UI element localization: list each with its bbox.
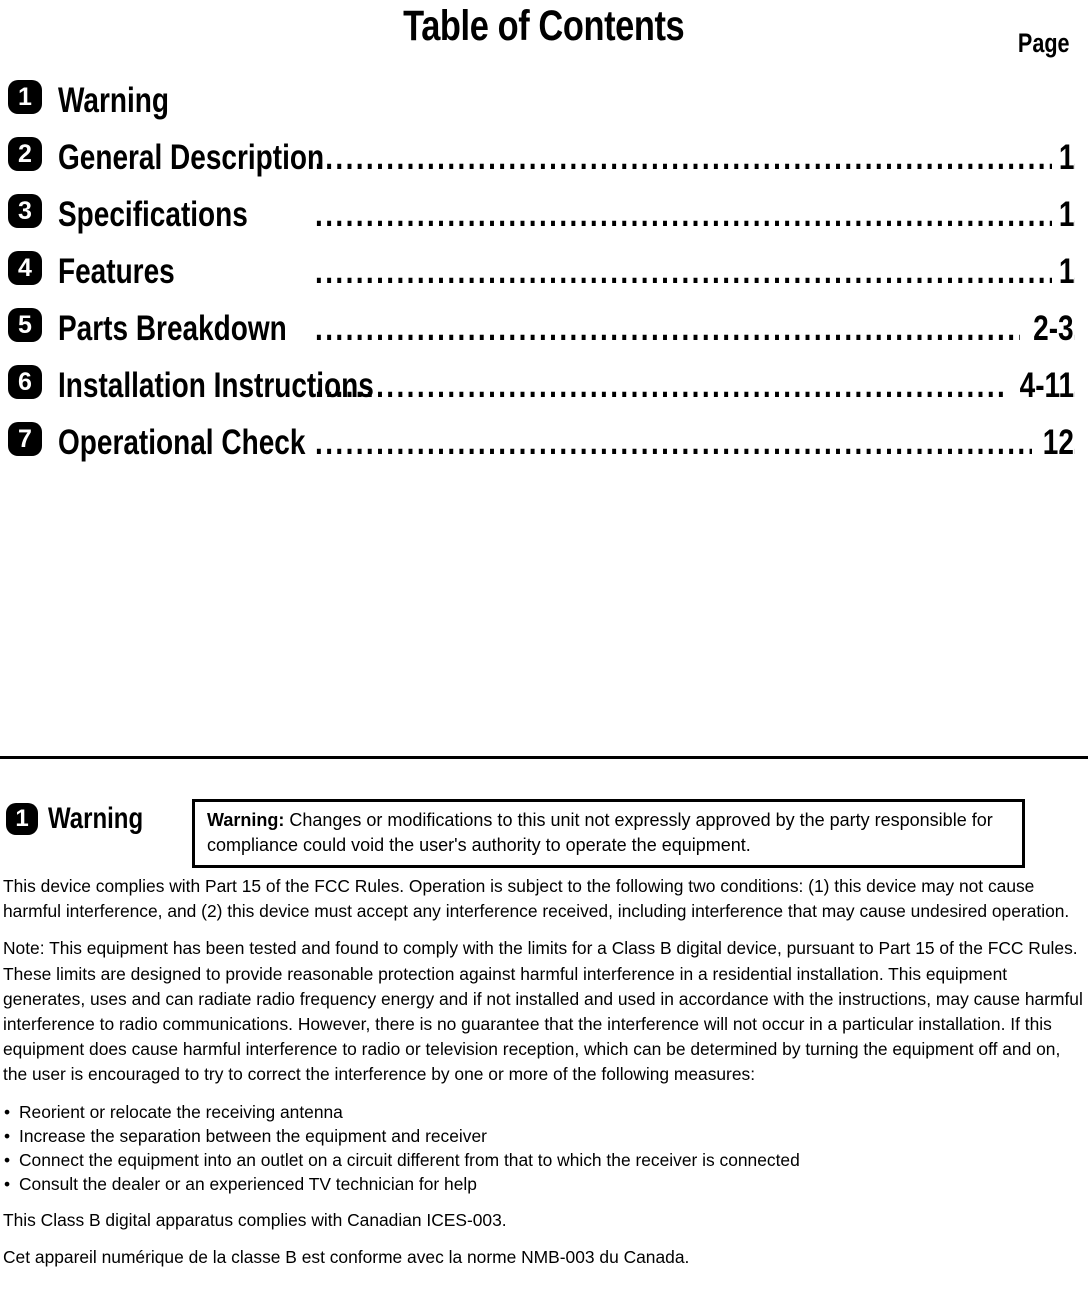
toc-page-number: 1 (1051, 246, 1074, 303)
toc-page-number: 12 (1032, 417, 1074, 474)
fcc-paragraph: This device complies with Part 15 of the… (3, 876, 1070, 922)
toc-page-number: 1 (1051, 132, 1074, 189)
toc-entry-label-text: Features (58, 252, 175, 291)
toc-dot-leader-dots: ........................................… (315, 138, 1080, 177)
toc-entry[interactable]: 1.......................................… (0, 75, 1088, 132)
toc-entry-label: Installation Instructions (58, 360, 453, 417)
mitigation-measures-list: • Reorient or relocate the receiving ante… (3, 1100, 1083, 1196)
table-of-contents: 1.......................................… (0, 75, 1088, 474)
toc-page-number: 4-11 (1002, 360, 1075, 417)
toc-number-badge: 3 (8, 194, 42, 228)
toc-entry-label: Warning (58, 75, 197, 132)
toc-entry-label-text: Operational Check (58, 423, 306, 462)
toc-page-number: 1 (1051, 189, 1074, 246)
ices-statement: This Class B digital apparatus complies … (3, 1209, 507, 1230)
toc-page-number-text: 1 (1058, 138, 1074, 177)
toc-entry-label-text: General Description (58, 138, 325, 177)
toc-dot-leader: ........................................… (58, 246, 1080, 303)
bullet-icon: • (4, 1101, 11, 1122)
toc-page-number-text: 12 (1042, 423, 1074, 462)
page-column-header-text: Page (1018, 28, 1070, 58)
toc-dot-leader-dots: ........................................… (315, 252, 1080, 291)
toc-number-badge: 1 (8, 80, 42, 114)
toc-entry-label-text: Installation Instructions (58, 366, 374, 405)
toc-entry[interactable]: 2.......................................… (0, 132, 1088, 189)
warning-callout-text: Changes or modifications to this unit no… (207, 810, 993, 855)
bullet-icon: • (4, 1173, 11, 1194)
measure-list-item-text: Reorient or relocate the receiving anten… (19, 1101, 343, 1122)
toc-entry[interactable]: 4.......................................… (0, 246, 1088, 303)
measure-list-item-text: Consult the dealer or an experienced TV … (19, 1173, 477, 1194)
measure-list-item: • Connect the equipment into an outlet on… (3, 1148, 1083, 1172)
warning-section-heading: 1 Warning (0, 798, 190, 840)
toc-entry[interactable]: 6.......................................… (0, 360, 1088, 417)
measure-list-item-text: Increase the separation between the equi… (19, 1125, 487, 1146)
toc-page-number-text: 1 (1058, 195, 1074, 234)
toc-entry-label: General Description (58, 132, 391, 189)
nmb-statement-fr: Cet appareil numérique de la classe B es… (3, 1246, 690, 1267)
toc-entry-label-text: Specifications (58, 195, 248, 234)
warning-callout-box: Warning: Changes or modifications to thi… (192, 799, 1025, 868)
toc-dot-leader-dots: ........................................… (315, 195, 1080, 234)
toc-entry[interactable]: 3.......................................… (0, 189, 1088, 246)
toc-number-badge: 5 (8, 308, 42, 342)
toc-dot-leader-dots: ........................................… (315, 423, 1080, 462)
toc-entry-label-text: Warning (58, 81, 169, 120)
toc-entry-label: Specifications (58, 189, 295, 246)
toc-entry[interactable]: 7.......................................… (0, 417, 1088, 474)
bullet-icon: • (4, 1149, 11, 1170)
page-column-header: Page (1005, 28, 1070, 58)
measure-list-item: • Reorient or relocate the receiving ante… (3, 1100, 1083, 1124)
warning-heading-text: Warning (48, 802, 144, 835)
toc-number-badge: 2 (8, 137, 42, 171)
toc-number-badge: 6 (8, 365, 42, 399)
warning-heading-label: Warning (48, 798, 167, 840)
measure-list-item-text: Connect the equipment into an outlet on … (19, 1149, 800, 1170)
toc-page-number-text: 4-11 (1019, 366, 1075, 405)
toc-page-number: 2-3 (1020, 303, 1074, 360)
fcc-compliance-text: This device complies with Part 15 of the… (3, 874, 1083, 1282)
page-title-text: Table of Contents (403, 2, 685, 50)
toc-entry[interactable]: 5.......................................… (0, 303, 1088, 360)
warning-callout-lead: Warning: (207, 810, 285, 830)
toc-page-number-text: 2-3 (1033, 309, 1074, 348)
section-divider (0, 756, 1088, 759)
toc-number-badge: 4 (8, 251, 42, 285)
bullet-icon: • (4, 1125, 11, 1146)
toc-entry-label: Operational Check (58, 417, 367, 474)
page-title: Table of Contents (0, 2, 1088, 50)
toc-entry-label: Features (58, 246, 204, 303)
toc-dot-leader-dots: ........................................… (315, 309, 1080, 348)
measure-list-item: • Increase the separation between the equ… (3, 1124, 1083, 1148)
measure-list-item: • Consult the dealer or an experienced TV… (3, 1172, 1083, 1196)
toc-number-badge: 7 (8, 422, 42, 456)
toc-entry-label-text: Parts Breakdown (58, 309, 287, 348)
toc-entry-label: Parts Breakdown (58, 303, 344, 360)
toc-page-number-text: 1 (1058, 252, 1074, 291)
section-number-badge: 1 (6, 803, 38, 835)
fcc-paragraph: Note: This equipment has been tested and… (3, 938, 1083, 1085)
